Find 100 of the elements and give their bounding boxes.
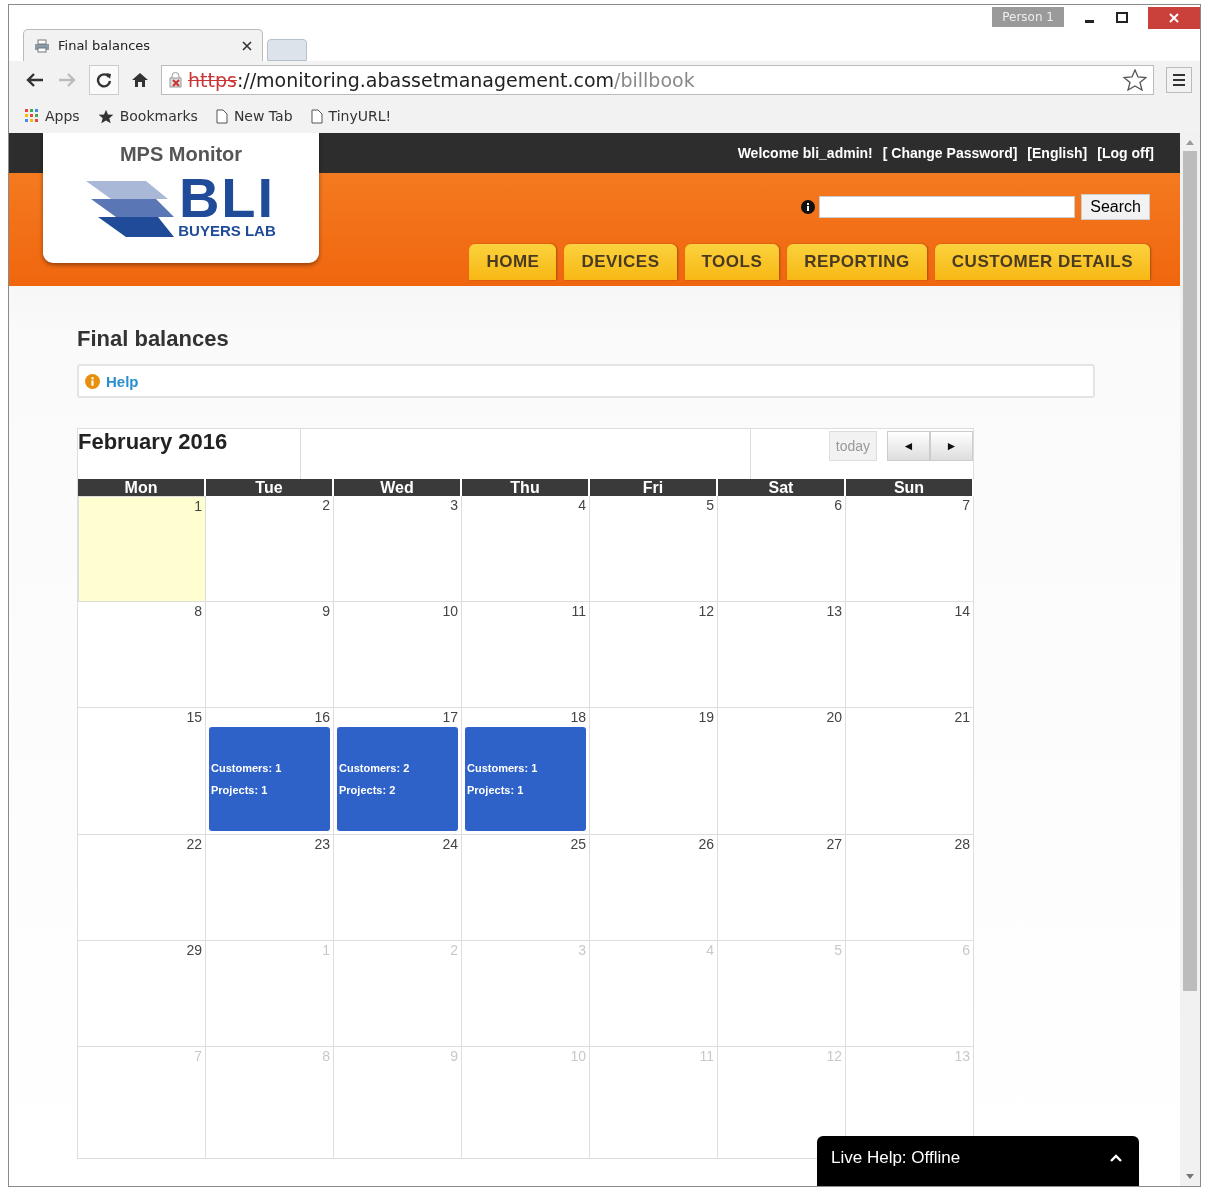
home-icon[interactable] (131, 72, 149, 88)
day-cell[interactable]: 5 (590, 496, 718, 602)
printer-icon (34, 38, 50, 53)
search-button[interactable]: Search (1081, 194, 1150, 220)
window-close-button[interactable] (1148, 7, 1200, 29)
event-text: Projects: 2 (339, 784, 397, 796)
day-cell[interactable]: 23 (206, 835, 334, 941)
weekday-header: Wed (334, 479, 462, 496)
maximize-icon[interactable] (1116, 12, 1128, 24)
bookmark-item[interactable]: Bookmarks (97, 108, 198, 124)
day-number: 8 (194, 603, 202, 619)
day-cell[interactable]: 2 (206, 496, 334, 602)
logo-subtitle: BUYERS LAB (178, 222, 276, 239)
calendar-event[interactable]: Customers: 1 Projects: 1 (209, 727, 330, 831)
nav-tab[interactable]: TOOLS (684, 244, 780, 280)
scroll-thumb[interactable] (1183, 151, 1197, 991)
day-cell[interactable]: 27 (718, 835, 846, 941)
day-cell[interactable]: 11 (462, 602, 590, 708)
previous-button[interactable]: ◄ (887, 431, 930, 461)
url-host: ://monitoring.abassetmanagement.com (236, 69, 615, 91)
weekday-header: Sun (846, 479, 974, 496)
day-number: 15 (186, 709, 202, 725)
search-field[interactable] (819, 196, 1076, 218)
day-cell[interactable]: 16 Customers: 1 Projects: 1 (206, 708, 334, 835)
day-number: 3 (450, 497, 458, 513)
day-cell[interactable]: 20 (718, 708, 846, 835)
day-cell[interactable]: 26 (590, 835, 718, 941)
day-cell[interactable]: 28 (846, 835, 974, 941)
day-cell[interactable]: 4 (462, 496, 590, 602)
day-cell[interactable]: 10 (334, 602, 462, 708)
menu-icon (1172, 73, 1186, 87)
nav-tab[interactable]: REPORTING (787, 244, 927, 280)
back-icon[interactable] (25, 72, 45, 88)
day-cell[interactable]: 21 (846, 708, 974, 835)
day-number: 24 (442, 836, 458, 852)
day-cell[interactable]: 25 (462, 835, 590, 941)
weekday-header: Sat (718, 479, 846, 496)
day-cell[interactable]: 22 (78, 835, 206, 941)
address-bar[interactable]: https://monitoring.abassetmanagement.com/billbook (161, 65, 1154, 95)
event-text: Projects: 1 (211, 784, 269, 796)
insecure-lock-icon (168, 72, 184, 88)
day-cell[interactable]: 13 (718, 602, 846, 708)
day-number: 28 (954, 836, 970, 852)
day-number: 13 (826, 603, 842, 619)
day-number: 9 (322, 603, 330, 619)
day-cell[interactable]: 17 Customers: 2 Projects: 2 (334, 708, 462, 835)
nav-tab[interactable]: CUSTOMER DETAILS (934, 244, 1150, 280)
star-icon[interactable] (1123, 69, 1147, 91)
day-number: 20 (826, 709, 842, 725)
reload-icon (96, 72, 112, 88)
day-cell[interactable]: 8 (78, 602, 206, 708)
welcome-text: Welcome bli_admin! (737, 145, 873, 161)
weekday-header: Thu (462, 479, 590, 496)
tab-title: Final balances (58, 38, 152, 53)
day-cell[interactable]: 29 (78, 941, 206, 1047)
menu-button[interactable] (1166, 67, 1192, 93)
day-cell[interactable]: 12 (590, 602, 718, 708)
page-icon (215, 108, 228, 124)
day-number: 17 (442, 709, 458, 725)
scroll-down-icon[interactable] (1186, 1174, 1194, 1180)
day-cell[interactable]: 3 (334, 496, 462, 602)
nav-tab[interactable]: DEVICES (564, 244, 677, 280)
day-cell[interactable]: 15 (78, 708, 206, 835)
day-cell[interactable]: 1 (78, 496, 206, 602)
day-cell[interactable]: 6 (718, 496, 846, 602)
nav-tab[interactable]: HOME (469, 244, 557, 280)
live-help-toast[interactable]: Live Help: Offline (817, 1136, 1139, 1186)
apps-grid-icon (25, 109, 39, 123)
day-number: 25 (570, 836, 586, 852)
day-number: 5 (706, 497, 714, 513)
reload-button[interactable] (89, 65, 119, 95)
browser-tab[interactable]: Final balances (23, 29, 263, 61)
star-icon (97, 108, 114, 124)
day-cell[interactable]: 18 Customers: 1 Projects: 1 (462, 708, 590, 835)
info-icon (85, 373, 100, 389)
bookmark-item[interactable]: New Tab (215, 108, 293, 124)
close-icon (1168, 12, 1180, 24)
next-button[interactable]: ► (930, 431, 973, 461)
day-cell[interactable]: 9 (206, 602, 334, 708)
product-name: MPS Monitor (119, 143, 243, 166)
event-text: Customers: 2 (339, 762, 411, 774)
header-link[interactable]: [Log off] (1097, 145, 1154, 161)
bookmark-item[interactable]: TinyURL! (310, 108, 392, 124)
header-link[interactable]: [English] (1027, 145, 1088, 161)
day-cell[interactable]: 7 (846, 496, 974, 602)
day-cell[interactable]: 24 (334, 835, 462, 941)
calendar-event[interactable]: Customers: 1 Projects: 1 (465, 727, 586, 831)
day-number: 11 (571, 603, 586, 619)
day-cell[interactable]: 14 (846, 602, 974, 708)
url-scheme: https (188, 69, 237, 91)
day-number: 27 (826, 836, 842, 852)
day-cell[interactable]: 19 (590, 708, 718, 835)
close-icon[interactable] (242, 40, 252, 51)
calendar-event[interactable]: Customers: 2 Projects: 2 (337, 727, 458, 831)
bookmark-item[interactable]: Apps (25, 108, 80, 124)
page-icon (310, 108, 323, 124)
day-number: 19 (698, 709, 714, 725)
weekday-header: Mon (78, 479, 206, 496)
help-link[interactable]: Help (106, 372, 139, 390)
header-link[interactable]: [ Change Password] (882, 145, 1018, 161)
